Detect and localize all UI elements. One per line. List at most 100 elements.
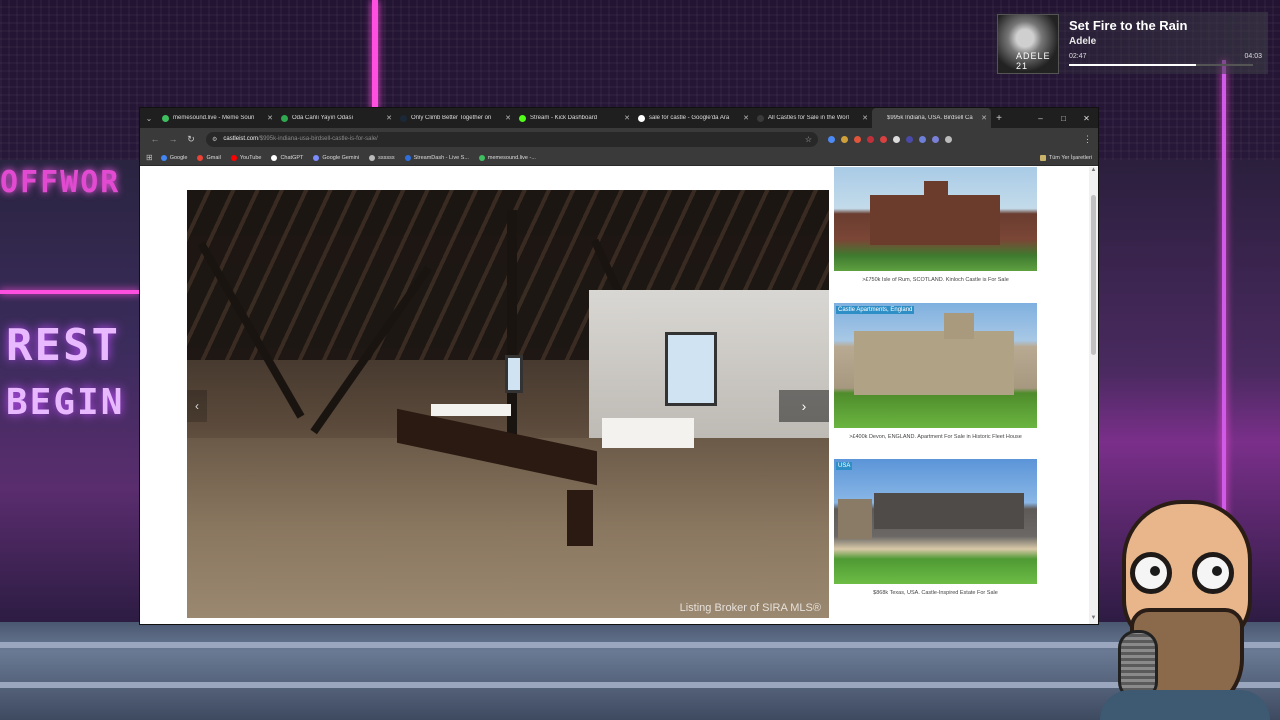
listing-card[interactable]: USA $868k Texas, USA. Castle-Inspired Es… — [834, 459, 1037, 596]
gallery-prev-arrow-icon[interactable]: ‹ — [187, 390, 207, 422]
bookmark-favicon-icon — [230, 154, 237, 161]
listing-caption[interactable]: >£400k Devon, ENGLAND. Apartment For Sal… — [834, 434, 1037, 440]
extension-icon[interactable] — [841, 135, 848, 143]
bookmark-label: memesound.live -... — [487, 154, 536, 161]
bookmarks-bar: ⊞ Google Gmail YouTube ChatGPT Google Gemini… — [140, 150, 1098, 166]
bookmark-label: ChatGPT — [280, 154, 304, 161]
tab-title: sale for castle - Google'da Ara — [649, 115, 730, 121]
bookmark-item[interactable]: Gmail — [197, 154, 221, 161]
listing-tag: USA — [836, 462, 853, 470]
bookmark-label: Gmail — [206, 154, 221, 161]
listing-caption[interactable]: >£750k Isle of Rum, SCOTLAND. Kinloch Ca… — [834, 277, 1037, 283]
tab-title: All Castles for Sale in the Worl — [768, 115, 849, 121]
now-playing-widget: ADELE 21 Set Fire to the Rain Adele 02:4… — [993, 12, 1268, 74]
back-arrow-icon[interactable]: ← — [146, 134, 164, 144]
tab-close-icon[interactable]: ✕ — [505, 114, 511, 122]
listing-caption[interactable]: $868k Texas, USA. Castle-Inspired Estate… — [834, 590, 1037, 596]
related-listings: >£750k Isle of Rum, SCOTLAND. Kinloch Ca… — [834, 167, 1037, 624]
window-controls: – □ ✕ — [1029, 114, 1098, 123]
neon-bar — [372, 0, 378, 110]
browser-tab[interactable]: Stream - Kick Dashboard ✕ — [515, 108, 634, 128]
castle-tower — [924, 181, 948, 201]
forward-arrow-icon[interactable]: → — [164, 134, 182, 144]
bookmark-item[interactable]: ChatGPT — [271, 154, 304, 161]
site-info-icon[interactable]: ⚙ — [212, 136, 217, 143]
minimize-button[interactable]: – — [1029, 114, 1052, 123]
listing-photo-gallery[interactable]: ‹ › Listing Broker of SIRA MLS® — [187, 190, 829, 618]
extension-icon[interactable] — [880, 135, 887, 143]
tab-favicon-icon — [400, 114, 407, 122]
address-bar[interactable]: ⚙ castleist.com /$995k-indiana-usa-birds… — [206, 131, 818, 147]
browser-tab[interactable]: sale for castle - Google'da Ara ✕ — [634, 108, 753, 128]
tab-close-icon[interactable]: ✕ — [267, 114, 273, 122]
extension-icon[interactable] — [854, 135, 861, 143]
tab-close-icon[interactable]: ✕ — [624, 114, 630, 122]
browser-tab[interactable]: Only Climb Better Together on ✕ — [396, 108, 515, 128]
tab-favicon-icon — [519, 114, 526, 122]
puzzle-icon[interactable] — [945, 135, 952, 143]
bookmark-favicon-icon — [160, 154, 167, 161]
neon-sign-bottom: BEGIN — [6, 382, 125, 423]
scroll-up-icon[interactable]: ▲ — [1089, 167, 1098, 176]
browser-tab[interactable]: $995k Indiana, USA. Birdsell Ca ✕ — [872, 108, 991, 128]
bookmark-item[interactable]: StreamDash - Live S... — [404, 154, 469, 161]
avatar-shirt — [1100, 690, 1270, 720]
dining-table — [431, 404, 511, 416]
castle-facade — [870, 195, 1000, 245]
reload-icon[interactable]: ↻ — [182, 134, 200, 145]
scrollbar-thumb[interactable] — [1091, 195, 1096, 355]
all-bookmarks-folder[interactable]: Tüm Yer İşaretleri — [1039, 154, 1092, 161]
tab-close-icon[interactable]: ✕ — [386, 114, 392, 122]
extension-icon[interactable] — [867, 135, 874, 143]
listing-thumbnail[interactable] — [834, 167, 1037, 271]
bookmark-star-icon[interactable]: ☆ — [805, 135, 812, 144]
extension-icon[interactable] — [919, 135, 926, 143]
bookmark-favicon-icon — [404, 154, 411, 161]
tab-title: $995k Indiana, USA. Birdsell Ca — [887, 115, 973, 121]
tab-close-icon[interactable]: ✕ — [743, 114, 749, 122]
tab-title: Oda Canlı Yayın Odası — [292, 115, 354, 121]
bookmark-item[interactable]: Google — [160, 154, 187, 161]
tab-title: memesound.live - Meme Soun — [173, 115, 255, 121]
apps-grid-icon[interactable]: ⊞ — [146, 153, 153, 162]
gallery-next-arrow-icon[interactable]: › — [779, 390, 829, 422]
menu-kebab-icon[interactable]: ⋮ — [1083, 134, 1092, 145]
extension-icon[interactable] — [932, 135, 939, 143]
page-scrollbar[interactable]: ▲ ▼ — [1089, 167, 1098, 624]
tab-close-icon[interactable]: ✕ — [862, 114, 868, 122]
all-bookmarks-label: Tüm Yer İşaretleri — [1048, 154, 1092, 161]
extension-icons — [828, 135, 952, 143]
castle-tower — [944, 313, 974, 339]
bookmark-label: StreamDash - Live S... — [413, 154, 469, 161]
browser-window: ⌄ memesound.live - Meme Soun ✕ Oda Canlı Y… — [140, 108, 1098, 624]
browser-tab[interactable]: Oda Canlı Yayın Odası ✕ — [277, 108, 396, 128]
tab-favicon-icon — [757, 114, 764, 122]
tab-title: Stream - Kick Dashboard — [530, 115, 598, 121]
listing-thumbnail[interactable]: USA — [834, 459, 1037, 584]
maximize-button[interactable]: □ — [1052, 114, 1075, 123]
bookmark-item[interactable]: memesound.live -... — [478, 154, 536, 161]
bookmark-item[interactable]: ssssss — [369, 154, 395, 161]
bookmark-item[interactable]: Google Gemini — [313, 154, 360, 161]
tab-close-icon[interactable]: ✕ — [981, 114, 987, 122]
time-total: 04:03 — [1244, 53, 1262, 60]
extension-icon[interactable] — [906, 135, 913, 143]
listing-card[interactable]: Castle Apartments, England >£400k Devon,… — [834, 303, 1037, 440]
listing-thumbnail[interactable]: Castle Apartments, England — [834, 303, 1037, 428]
close-window-button[interactable]: ✕ — [1075, 114, 1098, 123]
browser-tab[interactable]: memesound.live - Meme Soun ✕ — [158, 108, 277, 128]
castle-facade — [854, 331, 1014, 395]
address-path: /$995k-indiana-usa-birdsell-castle-is-fo… — [258, 136, 378, 142]
bookmark-item[interactable]: YouTube — [230, 154, 261, 161]
web-page: ‹ › Listing Broker of SIRA MLS® >£750k I… — [140, 167, 1098, 624]
avatar-eye — [1212, 566, 1222, 576]
new-tab-button[interactable]: + — [991, 113, 1007, 124]
extension-icon[interactable] — [893, 135, 900, 143]
scroll-down-icon[interactable]: ▼ — [1089, 615, 1098, 624]
bookmark-label: Google Gemini — [322, 154, 360, 161]
listing-card[interactable]: >£750k Isle of Rum, SCOTLAND. Kinloch Ca… — [834, 167, 1037, 283]
browser-tab[interactable]: All Castles for Sale in the Worl ✕ — [753, 108, 872, 128]
house-tower — [838, 499, 872, 539]
extension-icon[interactable] — [828, 135, 835, 143]
tab-search-icon[interactable]: ⌄ — [140, 108, 158, 128]
